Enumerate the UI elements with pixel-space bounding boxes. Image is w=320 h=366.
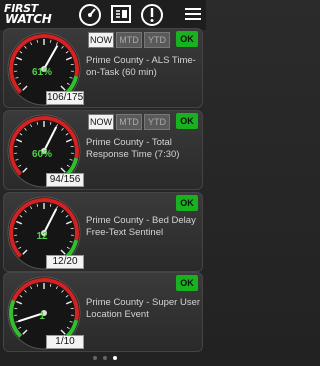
page-dot[interactable] <box>103 356 107 360</box>
ytd-toggle[interactable]: YTD <box>144 32 170 48</box>
metric-title: Prime County - ALS Time-on-Task (60 min) <box>86 55 196 78</box>
firstwatch-logo: FIRST WATCH <box>4 2 52 26</box>
gauge-value: 1 <box>39 311 45 322</box>
ytd-toggle[interactable]: YTD <box>144 114 170 130</box>
gauge-value: 12 <box>36 231 48 242</box>
mtd-toggle[interactable]: MTD <box>116 32 142 48</box>
gauge-value: 61% <box>31 67 52 78</box>
ok-badge: OK <box>176 113 198 129</box>
ok-badge: OK <box>176 31 198 47</box>
page-dot-active[interactable] <box>113 356 117 360</box>
page-dot[interactable] <box>93 356 97 360</box>
gauge-value: 60% <box>31 149 52 160</box>
menu-icon[interactable] <box>184 6 202 22</box>
metric-card[interactable]: 1 1/10 OK Prime County - Super User Loca… <box>3 272 203 352</box>
metric-card[interactable]: 60% 94/156 NOW MTD YTD OK Prime County -… <box>3 110 203 190</box>
metric-title: Prime County - Total Response Time (7:30… <box>86 137 180 160</box>
count-badge: 106/175 <box>46 91 84 105</box>
metric-title: Prime County - Bed Delay Free-Text Senti… <box>86 215 196 238</box>
mtd-toggle[interactable]: MTD <box>116 114 142 130</box>
metric-card[interactable]: 61% 106/175 NOW MTD YTD OK Prime County … <box>3 28 203 108</box>
dashboard-gauge-icon[interactable] <box>78 3 102 27</box>
now-toggle[interactable]: NOW <box>88 32 114 48</box>
count-badge: 12/20 <box>46 255 84 269</box>
count-badge: 1/10 <box>46 335 84 349</box>
app-header: FIRST WATCH <box>0 0 206 30</box>
ok-badge: OK <box>176 195 198 211</box>
alert-icon[interactable] <box>140 3 164 27</box>
count-badge: 94/156 <box>46 173 84 187</box>
now-toggle[interactable]: NOW <box>88 114 114 130</box>
ok-badge: OK <box>176 275 198 291</box>
metric-title: Prime County - Super User Location Event <box>86 297 201 320</box>
page-indicator[interactable] <box>90 354 120 362</box>
metric-card[interactable]: 12 12/20 OK Prime County - Bed Delay Fre… <box>3 192 203 272</box>
report-icon[interactable] <box>110 3 132 25</box>
